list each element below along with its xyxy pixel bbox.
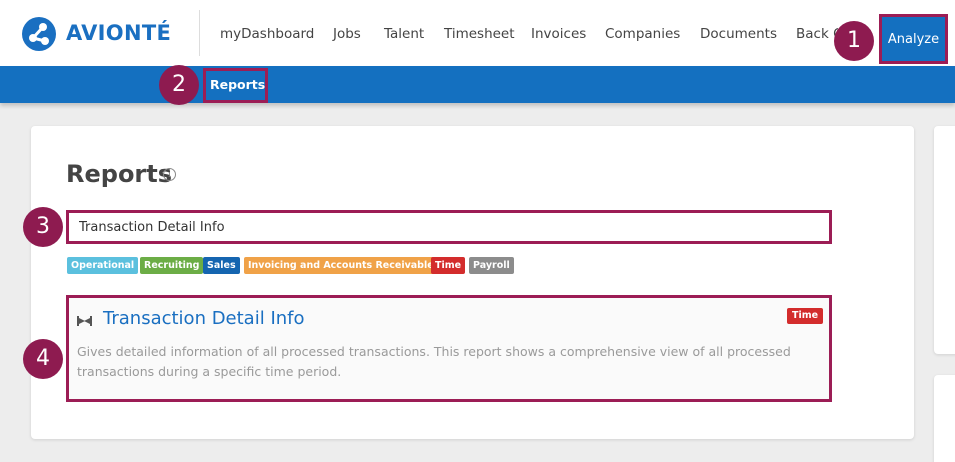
nav-item-companies[interactable]: Companies	[605, 26, 680, 42]
tag-time[interactable]: Time	[431, 257, 466, 274]
nav-item-back-office-clip: Back Office	[796, 20, 838, 50]
tag-recruiting[interactable]: Recruiting	[140, 257, 204, 274]
tag-operational[interactable]: Operational	[67, 257, 139, 274]
report-result-item[interactable]: Transaction Detail Info Time Gives detai…	[68, 297, 830, 400]
side-card-top	[934, 126, 955, 354]
nav-item-documents[interactable]: Documents	[700, 26, 777, 42]
logo-icon	[22, 17, 56, 51]
page-title: Reports	[66, 160, 173, 188]
callout-number-2: 2	[159, 65, 199, 105]
tag-invoicing[interactable]: Invoicing and Accounts Receivable	[244, 257, 438, 274]
nav-item-analyze[interactable]: Analyze	[879, 14, 948, 64]
sub-navbar: Reports	[0, 66, 955, 103]
nav-item-back-office[interactable]: Back Office	[796, 26, 838, 42]
nav-item-talent[interactable]: Talent	[384, 26, 424, 42]
subnav-item-reports[interactable]: Reports	[210, 77, 265, 92]
callout-number-3: 3	[23, 207, 63, 247]
report-description: Gives detailed information of all proces…	[77, 344, 791, 379]
nav-item-jobs[interactable]: Jobs	[333, 26, 361, 42]
top-navbar: AVIONTÉ myDashboard Jobs Talent Timeshee…	[0, 0, 955, 66]
report-search-input[interactable]	[68, 212, 830, 242]
report-category-badge: Time	[787, 308, 824, 324]
nav-item-invoices[interactable]: Invoices	[531, 26, 586, 42]
callout-number-1: 1	[834, 21, 874, 61]
tag-payroll[interactable]: Payroll	[469, 257, 514, 274]
brand-name: AVIONTÉ	[66, 21, 172, 45]
report-title-link[interactable]: Transaction Detail Info	[103, 308, 305, 329]
avionte-logo[interactable]: AVIONTÉ	[22, 17, 182, 51]
tag-sales[interactable]: Sales	[203, 257, 240, 274]
nav-divider	[199, 10, 200, 56]
callout-number-4: 4	[23, 339, 63, 379]
report-icon	[77, 316, 92, 326]
nav-item-mydashboard[interactable]: myDashboard	[220, 26, 314, 42]
side-card-bottom	[934, 375, 955, 462]
info-icon[interactable]: i	[163, 168, 176, 181]
nav-item-timesheet[interactable]: Timesheet	[444, 26, 515, 42]
